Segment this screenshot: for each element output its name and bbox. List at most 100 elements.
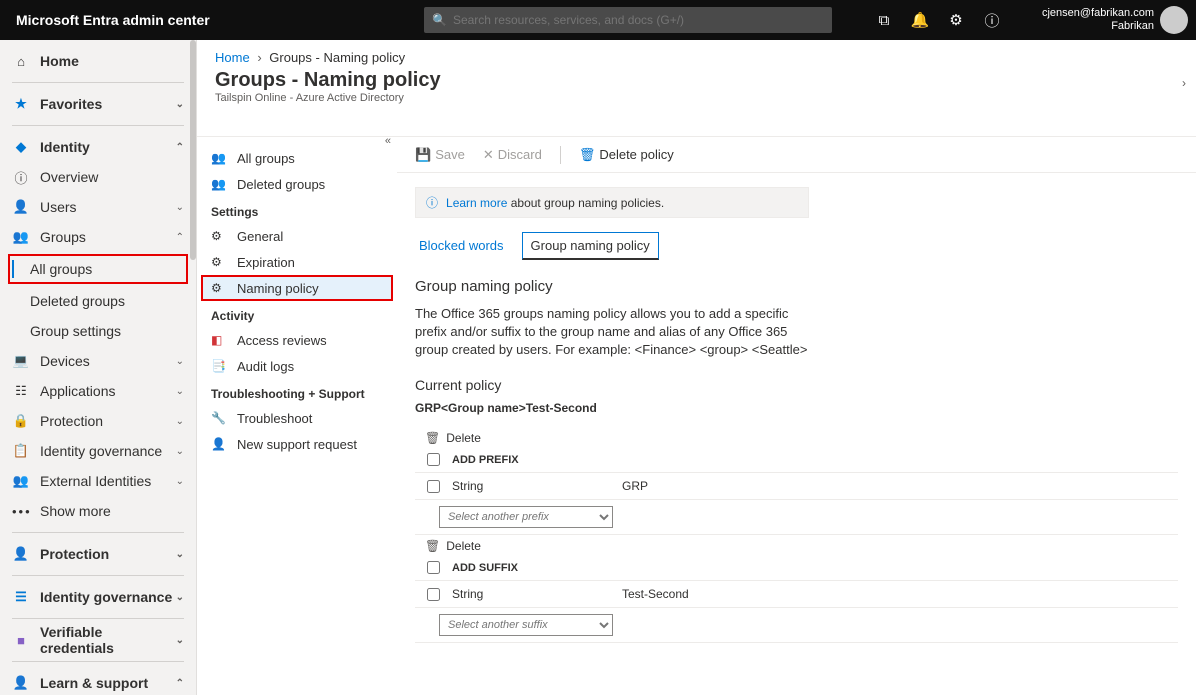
tab-blocked-words[interactable]: Blocked words: [415, 232, 508, 260]
brand-title: Microsoft Entra admin center: [16, 12, 210, 28]
star-icon: ★: [12, 96, 30, 112]
prefix-string-checkbox[interactable]: [427, 480, 440, 493]
prefix-block: 🗑 Delete ADD PREFIX String GRP S: [415, 429, 1178, 535]
nav-showmore-label: Show more: [40, 503, 184, 519]
search-input[interactable]: [453, 13, 824, 27]
cloud-shell-icon[interactable]: ⧉: [866, 12, 902, 29]
tab-group-naming-policy[interactable]: Group naming policy: [522, 232, 659, 260]
learn-more-link[interactable]: Learn more: [446, 196, 507, 210]
nav-identity-gov-section[interactable]: ☰ Identity governance ⌄: [0, 582, 196, 612]
discard-icon: ✕: [483, 147, 494, 163]
delete-label: Delete: [446, 539, 481, 553]
nav-favorites[interactable]: ★ Favorites ⌄: [0, 89, 196, 119]
collapse-icon[interactable]: «: [385, 135, 391, 147]
subnav-audit-logs[interactable]: 📑 Audit logs: [197, 353, 397, 379]
top-bar: Microsoft Entra admin center 🔍 ⧉ 🔔 ⚙ ⓘ c…: [0, 0, 1196, 40]
save-button[interactable]: 💾 Save: [415, 147, 465, 163]
subnav-access-reviews[interactable]: ◧ Access reviews: [197, 327, 397, 353]
select-suffix-dropdown[interactable]: Select another suffix: [439, 614, 613, 636]
wrench-icon: 🔧: [211, 411, 229, 425]
breadcrumb-current: Groups - Naming policy: [269, 50, 405, 65]
nav-group-settings[interactable]: Group settings: [0, 316, 196, 346]
expand-icon[interactable]: ›: [1182, 76, 1186, 90]
breadcrumb: Home › Groups - Naming policy: [197, 40, 1196, 65]
suffix-string-checkbox[interactable]: [427, 588, 440, 601]
subnav-all-groups[interactable]: 👥 All groups: [197, 145, 397, 171]
suffix-value: Test-Second: [622, 587, 689, 601]
governance-icon: ☰: [12, 589, 30, 605]
select-prefix-row: Select another prefix: [415, 500, 1178, 535]
chevron-up-icon: ⌃: [176, 678, 184, 689]
nav-external-label: External Identities: [40, 473, 176, 489]
trash-icon: 🗑: [425, 539, 440, 553]
pane: « 👥 All groups 👥 Deleted groups Settings…: [197, 136, 1196, 695]
support-icon: 👤: [211, 437, 229, 451]
notifications-icon[interactable]: 🔔: [902, 11, 938, 29]
chevron-down-icon: ⌄: [176, 446, 184, 457]
subnav-naming-policy[interactable]: ⚙ Naming policy: [201, 275, 393, 301]
add-suffix-checkbox[interactable]: [427, 561, 440, 574]
nav-idgov2-label: Identity governance: [40, 589, 176, 605]
info-text: about group naming policies.: [507, 196, 664, 210]
subnav-deleted-groups[interactable]: 👥 Deleted groups: [197, 171, 397, 197]
nav-learn-label: Learn & support: [40, 675, 176, 691]
nav-all-groups[interactable]: All groups: [8, 254, 188, 284]
prefix-string-row: String GRP: [415, 473, 1178, 500]
subnav-new-support[interactable]: 👤 New support request: [197, 431, 397, 457]
help-icon[interactable]: ⓘ: [974, 10, 1010, 31]
add-prefix-checkbox[interactable]: [427, 453, 440, 466]
tabs: Blocked words Group naming policy: [415, 232, 1178, 260]
avatar[interactable]: [1160, 6, 1188, 34]
nav-applications[interactable]: ☷ Applications ⌄: [0, 376, 196, 406]
nav-groups[interactable]: 👥 Groups ⌃: [0, 222, 196, 252]
nav-home[interactable]: ⌂ Home: [0, 46, 196, 76]
subnav-general[interactable]: ⚙ General: [197, 223, 397, 249]
nav-users[interactable]: 👤 Users ⌄: [0, 192, 196, 222]
credentials-icon: ■: [12, 633, 30, 648]
subnav-expiration[interactable]: ⚙ Expiration: [197, 249, 397, 275]
account-org: Fabrikan: [1010, 20, 1154, 33]
nav-all-groups-label: All groups: [30, 261, 174, 277]
page-title: Groups - Naming policy: [197, 65, 1196, 92]
subnav-deleted-label: Deleted groups: [237, 177, 325, 192]
nav-show-more[interactable]: ••• Show more: [0, 496, 196, 526]
lock-icon: 🔒: [12, 413, 30, 429]
chevron-down-icon: ⌄: [176, 386, 184, 397]
devices-icon: 💻: [12, 353, 30, 369]
nav-protection[interactable]: 🔒 Protection ⌄: [0, 406, 196, 436]
delete-policy-button[interactable]: 🗑 Delete policy: [579, 147, 674, 163]
subnav-audit-label: Audit logs: [237, 359, 294, 374]
global-search[interactable]: 🔍: [424, 7, 832, 33]
nav-identity-governance[interactable]: 📋 Identity governance ⌄: [0, 436, 196, 466]
nav-idgov-label: Identity governance: [40, 443, 176, 459]
shield-icon: 👤: [12, 546, 30, 562]
nav-learn-support[interactable]: 👤 Learn & support ⌃: [0, 668, 196, 695]
nav-external-identities[interactable]: 👥 External Identities ⌄: [0, 466, 196, 496]
nav-devices[interactable]: 💻 Devices ⌄: [0, 346, 196, 376]
chevron-down-icon: ⌄: [176, 99, 184, 110]
info-bar: ⓘ Learn more about group naming policies…: [415, 187, 809, 218]
chevron-down-icon: ⌄: [176, 635, 184, 646]
groups-icon: 👥: [12, 229, 30, 245]
select-suffix-row: Select another suffix: [415, 608, 1178, 643]
nav-identity[interactable]: ◆ Identity ⌃: [0, 132, 196, 162]
settings-icon[interactable]: ⚙: [938, 11, 974, 29]
breadcrumb-home[interactable]: Home: [215, 50, 250, 65]
nav-verifiable-credentials[interactable]: ■ Verifiable credentials ⌄: [0, 625, 196, 655]
nav-overview[interactable]: ⓘ Overview: [0, 162, 196, 192]
chevron-up-icon: ⌃: [176, 142, 184, 153]
nav-deleted-groups[interactable]: Deleted groups: [0, 286, 196, 316]
account-block[interactable]: cjensen@fabrikan.com Fabrikan: [1010, 7, 1160, 33]
content-area: Home › Groups - Naming policy Groups - N…: [197, 40, 1196, 695]
subnav-general-label: General: [237, 229, 283, 244]
learn-icon: 👤: [12, 675, 30, 691]
subnav-troubleshoot[interactable]: 🔧 Troubleshoot: [197, 405, 397, 431]
discard-label: Discard: [498, 147, 542, 162]
nav-protection-section[interactable]: 👤 Protection ⌄: [0, 539, 196, 569]
delete-prefix-row[interactable]: 🗑 Delete: [415, 429, 1178, 447]
apps-icon: ☷: [12, 383, 30, 399]
delete-suffix-row[interactable]: 🗑 Delete: [415, 537, 1178, 555]
nav-applications-label: Applications: [40, 383, 176, 399]
select-prefix-dropdown[interactable]: Select another prefix: [439, 506, 613, 528]
discard-button[interactable]: ✕ Discard: [483, 147, 542, 163]
